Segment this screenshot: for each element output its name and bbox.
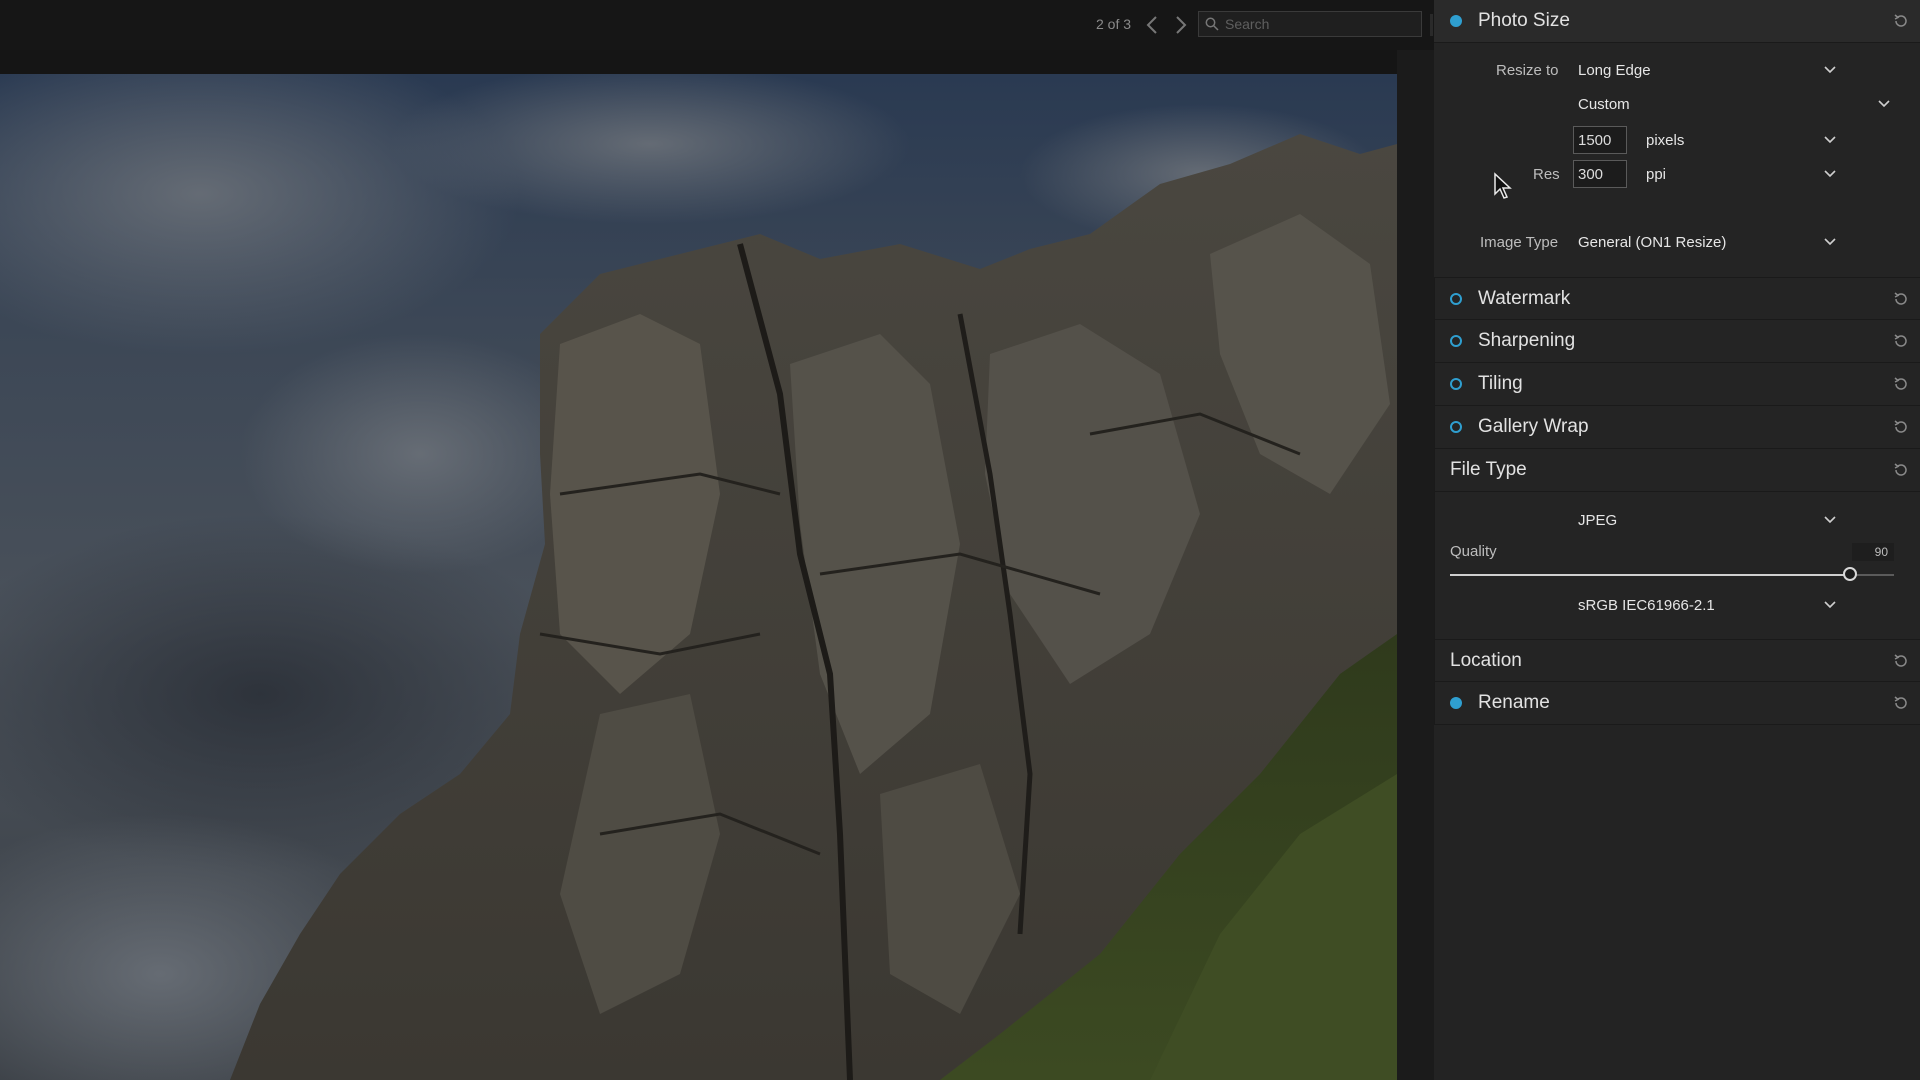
file-type-title: File Type — [1450, 459, 1527, 480]
chevron-down-icon[interactable] — [1823, 235, 1837, 249]
resize-to-dropdown[interactable]: Long Edge — [1578, 62, 1651, 79]
size-unit-dropdown[interactable]: pixels — [1646, 132, 1684, 149]
page-counter: 2 of 3 — [1096, 16, 1132, 32]
reset-icon[interactable] — [1892, 290, 1910, 308]
photo-preview[interactable] — [0, 74, 1397, 1080]
photo-size-toggle[interactable] — [1450, 15, 1462, 27]
chevron-down-icon[interactable] — [1823, 133, 1837, 147]
search-input[interactable] — [1223, 15, 1417, 33]
chevron-left-icon — [1146, 16, 1157, 34]
size-preset-dropdown[interactable]: Custom — [1578, 96, 1630, 113]
search-box[interactable] — [1198, 11, 1422, 37]
sharpening-toggle[interactable] — [1450, 335, 1462, 347]
chevron-right-icon — [1176, 16, 1187, 34]
resolution-input[interactable] — [1573, 160, 1627, 188]
chevron-down-icon[interactable] — [1823, 598, 1837, 612]
chevron-down-icon[interactable] — [1877, 97, 1891, 111]
mouse-cursor-icon — [1494, 172, 1512, 199]
resize-to-label: Resize to — [1496, 62, 1559, 79]
gallery-wrap-toggle[interactable] — [1450, 421, 1462, 433]
photo-size-section-header[interactable]: Photo Size — [1434, 0, 1920, 43]
rename-title: Rename — [1478, 692, 1550, 713]
chevron-down-icon[interactable] — [1823, 63, 1837, 77]
chevron-down-icon[interactable] — [1823, 167, 1837, 181]
resolution-label: Res — [1533, 166, 1560, 183]
toolbar-divider — [1430, 14, 1433, 36]
quality-slider-fill — [1450, 574, 1850, 576]
chevron-down-icon[interactable] — [1823, 513, 1837, 527]
gallery-wrap-section-header[interactable]: Gallery Wrap — [1434, 406, 1920, 449]
next-image-button[interactable] — [1170, 12, 1192, 38]
location-section-header[interactable]: Location — [1434, 639, 1920, 682]
rename-toggle[interactable] — [1450, 697, 1462, 709]
tiling-section-header[interactable]: Tiling — [1434, 363, 1920, 406]
file-format-dropdown[interactable]: JPEG — [1578, 512, 1617, 529]
search-icon — [1205, 17, 1219, 31]
sharpening-title: Sharpening — [1478, 330, 1576, 351]
reset-icon[interactable] — [1892, 375, 1910, 393]
photo-image — [0, 74, 1397, 1080]
top-toolbar: 2 of 3 — [0, 0, 1434, 50]
quality-value[interactable]: 90 — [1852, 543, 1894, 561]
reset-icon[interactable] — [1892, 694, 1910, 712]
reset-icon[interactable] — [1892, 418, 1910, 436]
sharpening-section-header[interactable]: Sharpening — [1434, 320, 1920, 363]
tiling-title: Tiling — [1478, 373, 1523, 394]
panel-gutter — [1397, 50, 1434, 1080]
reset-icon[interactable] — [1892, 332, 1910, 350]
reset-icon[interactable] — [1892, 652, 1910, 670]
reset-icon[interactable] — [1892, 12, 1910, 30]
size-value-input[interactable] — [1573, 126, 1627, 154]
quality-slider[interactable] — [1450, 567, 1894, 581]
location-title: Location — [1450, 650, 1522, 671]
panel-empty-area — [1434, 725, 1920, 1080]
watermark-toggle[interactable] — [1450, 293, 1462, 305]
photo-size-title: Photo Size — [1478, 10, 1570, 31]
image-type-label: Image Type — [1480, 234, 1559, 251]
previous-image-button[interactable] — [1141, 12, 1163, 38]
gallery-wrap-title: Gallery Wrap — [1478, 416, 1589, 437]
watermark-section-header[interactable]: Watermark — [1434, 277, 1920, 320]
watermark-title: Watermark — [1478, 288, 1571, 309]
quality-slider-thumb[interactable] — [1843, 567, 1857, 581]
color-profile-dropdown[interactable]: sRGB IEC61966-2.1 — [1578, 597, 1715, 614]
quality-label: Quality — [1450, 543, 1497, 560]
reset-icon[interactable] — [1892, 461, 1910, 479]
tiling-toggle[interactable] — [1450, 378, 1462, 390]
rename-section-header[interactable]: Rename — [1434, 682, 1920, 725]
image-type-dropdown[interactable]: General (ON1 Resize) — [1578, 234, 1726, 251]
file-type-section-header[interactable]: File Type — [1434, 449, 1920, 492]
resolution-unit-dropdown[interactable]: ppi — [1646, 166, 1666, 183]
